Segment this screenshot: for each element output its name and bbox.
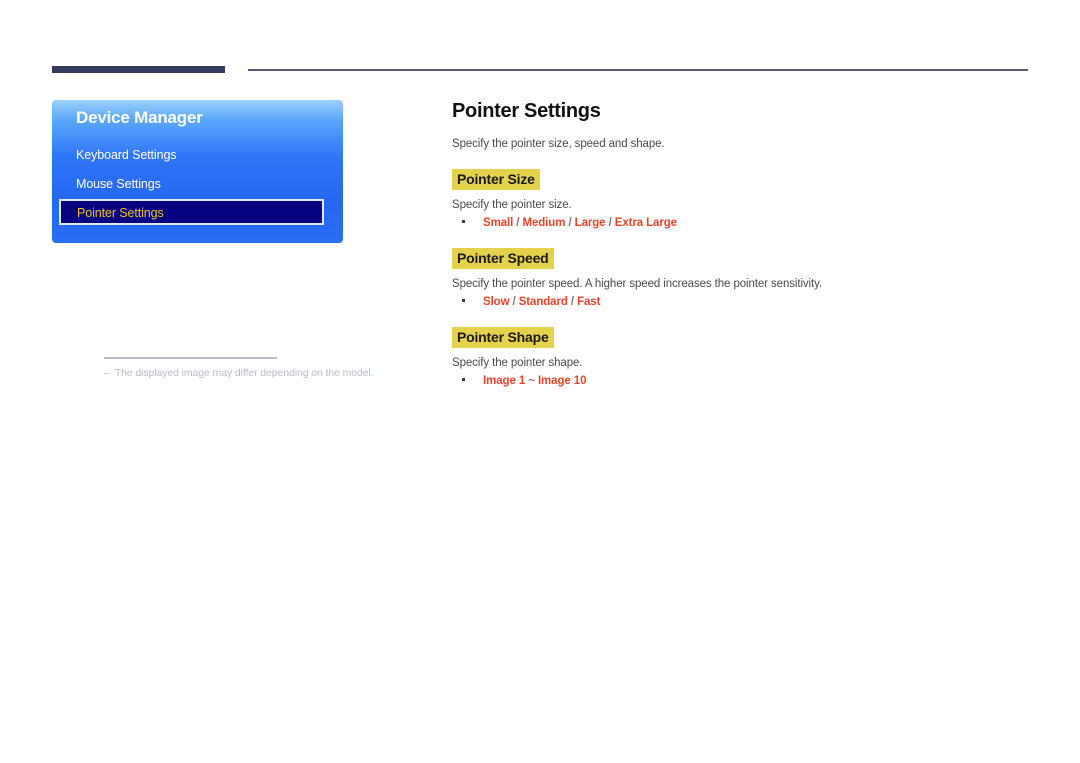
option-list-pointer-shape: Image 1 ~ Image 10 — [462, 375, 1032, 387]
option-values-pointer-size: Small / Medium / Large / Extra Large — [483, 217, 677, 230]
page-title: Pointer Settings — [452, 100, 601, 122]
section-desc-pointer-size: Specify the pointer size. — [452, 199, 572, 212]
left-column: Device Manager Keyboard Settings Mouse S… — [52, 100, 374, 379]
section-pointer-shape: Pointer Shape Specify the pointer shape.… — [452, 327, 1032, 387]
section-title-pointer-speed: Pointer Speed — [452, 248, 554, 270]
osd-panel-title: Device Manager — [76, 108, 203, 127]
section-desc-pointer-speed: Specify the pointer speed. A higher spee… — [452, 278, 822, 291]
osd-menu-item-keyboard-settings[interactable]: Keyboard Settings — [76, 148, 177, 162]
osd-menu-item-pointer-settings[interactable]: Pointer Settings — [59, 199, 324, 225]
section-pointer-speed: Pointer Speed Specify the pointer speed.… — [452, 248, 1032, 308]
note-text: The displayed image may differ depending… — [114, 367, 374, 379]
section-title-pointer-shape: Pointer Shape — [452, 327, 554, 349]
header-rule-thin — [248, 69, 1028, 71]
note-dash-marker: – — [104, 367, 110, 379]
figure-note: – The displayed image may differ dependin… — [104, 367, 404, 379]
option-list-pointer-size: Small / Medium / Large / Extra Large — [462, 217, 1032, 229]
osd-menu-item-pointer-settings-label: Pointer Settings — [77, 206, 164, 220]
bullet-icon — [462, 220, 465, 224]
device-manager-osd-panel: Device Manager Keyboard Settings Mouse S… — [52, 100, 343, 243]
section-pointer-size: Pointer Size Specify the pointer size. S… — [452, 169, 1032, 229]
content-column: Pointer Settings Specify the pointer siz… — [452, 100, 1032, 406]
bullet-icon — [462, 299, 465, 303]
page-lead-text: Specify the pointer size, speed and shap… — [452, 138, 665, 150]
note-divider — [104, 357, 277, 359]
bullet-icon — [462, 378, 465, 382]
option-values-pointer-shape: Image 1 ~ Image 10 — [483, 375, 587, 388]
osd-menu-item-mouse-settings[interactable]: Mouse Settings — [76, 177, 161, 191]
option-list-pointer-speed: Slow / Standard / Fast — [462, 296, 1032, 308]
section-desc-pointer-shape: Specify the pointer shape. — [452, 357, 583, 370]
section-title-pointer-size: Pointer Size — [452, 169, 540, 191]
header-rule-thick — [52, 66, 225, 73]
option-values-pointer-speed: Slow / Standard / Fast — [483, 296, 601, 309]
